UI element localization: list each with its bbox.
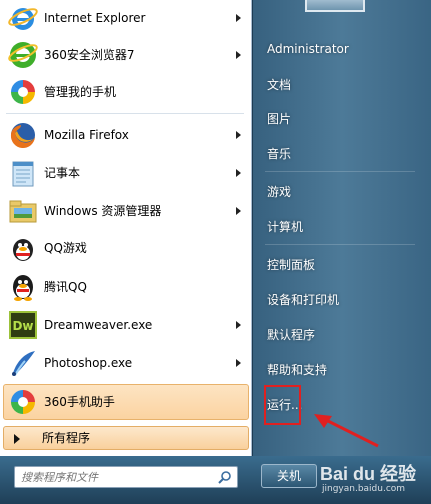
submenu-arrow-icon[interactable]: [236, 51, 241, 59]
notepad-icon: [7, 157, 39, 189]
submenu-arrow-icon[interactable]: [236, 14, 241, 22]
program-firefox[interactable]: Mozilla Firefox: [3, 117, 249, 153]
program-phone-manager[interactable]: 管理我的手机: [3, 74, 249, 110]
menu-administrator[interactable]: Administrator: [267, 40, 349, 58]
program-360-phone-assistant[interactable]: 360手机助手: [3, 384, 249, 420]
program-label: 记事本: [44, 166, 81, 180]
program-label: 360手机助手: [44, 395, 115, 409]
triangle-right-icon: [14, 434, 20, 444]
menu-games[interactable]: 游戏: [267, 183, 291, 201]
submenu-arrow-icon[interactable]: [236, 359, 241, 367]
qq-icon: [7, 271, 39, 303]
program-label: Photoshop.exe: [44, 356, 133, 370]
all-programs-label: 所有程序: [42, 431, 91, 445]
program-label: 360安全浏览器7: [44, 48, 135, 62]
photoshop-icon: [7, 347, 39, 379]
explorer-icon: [7, 195, 39, 227]
annotation-arrow-icon: [314, 414, 379, 448]
dreamweaver-icon: Dw: [7, 309, 39, 341]
firefox-icon: [7, 119, 39, 151]
program-qq-game[interactable]: QQ游戏: [3, 230, 249, 266]
program-windows-explorer[interactable]: Windows 资源管理器: [3, 193, 249, 229]
separator: [265, 171, 415, 172]
menu-computer[interactable]: 计算机: [267, 218, 303, 236]
program-label: Dreamweaver.exe: [44, 318, 153, 332]
watermark-text: Bai du 经验: [320, 464, 417, 484]
search-input[interactable]: [21, 469, 211, 485]
separator: [265, 244, 415, 245]
program-label: QQ游戏: [44, 241, 87, 255]
programs-pane: Internet Explorer 360安全浏览器7 管理我的手机 Mozil…: [0, 0, 252, 456]
program-label: Windows 资源管理器: [44, 204, 162, 218]
all-programs-button[interactable]: 所有程序: [3, 426, 249, 450]
360-phone-assistant-icon: [7, 386, 39, 418]
menu-help-support[interactable]: 帮助和支持: [267, 361, 327, 379]
separator: [6, 113, 244, 114]
submenu-arrow-icon[interactable]: [236, 321, 241, 329]
program-internet-explorer[interactable]: Internet Explorer: [3, 0, 249, 36]
submenu-arrow-icon[interactable]: [236, 207, 241, 215]
menu-devices-printers[interactable]: 设备和打印机: [267, 291, 339, 309]
360-browser-icon: [7, 39, 39, 71]
menu-default-programs[interactable]: 默认程序: [267, 326, 315, 344]
qq-game-icon: [7, 232, 39, 264]
menu-music[interactable]: 音乐: [267, 145, 291, 163]
menu-documents[interactable]: 文档: [267, 76, 291, 94]
highlight-box: [264, 385, 301, 425]
search-box[interactable]: [14, 466, 238, 488]
menu-pictures[interactable]: 图片: [267, 110, 291, 128]
program-360-browser[interactable]: 360安全浏览器7: [3, 37, 249, 73]
program-photoshop[interactable]: Photoshop.exe: [3, 345, 249, 381]
phone-manager-icon: [7, 76, 39, 108]
search-icon[interactable]: [218, 470, 232, 484]
program-label: Mozilla Firefox: [44, 128, 129, 142]
svg-text:Dw: Dw: [12, 319, 33, 333]
watermark-url: jingyan.baidu.com: [322, 484, 406, 494]
program-tencent-qq[interactable]: 腾讯QQ: [3, 269, 249, 305]
program-label: Internet Explorer: [44, 11, 146, 25]
program-notepad[interactable]: 记事本: [3, 155, 249, 191]
shutdown-label: 关机: [276, 469, 301, 483]
program-dreamweaver[interactable]: Dw Dreamweaver.exe: [3, 307, 249, 343]
program-label: 管理我的手机: [44, 85, 117, 99]
user-picture[interactable]: [305, 0, 365, 12]
submenu-arrow-icon[interactable]: [236, 169, 241, 177]
program-label: 腾讯QQ: [44, 280, 87, 294]
menu-control-panel[interactable]: 控制面板: [267, 256, 315, 274]
shutdown-button[interactable]: 关机: [261, 464, 317, 488]
watermark: Bai du 经验 jingyan.baidu.com: [318, 456, 431, 504]
submenu-arrow-icon[interactable]: [236, 131, 241, 139]
internet-explorer-icon: [7, 2, 39, 34]
